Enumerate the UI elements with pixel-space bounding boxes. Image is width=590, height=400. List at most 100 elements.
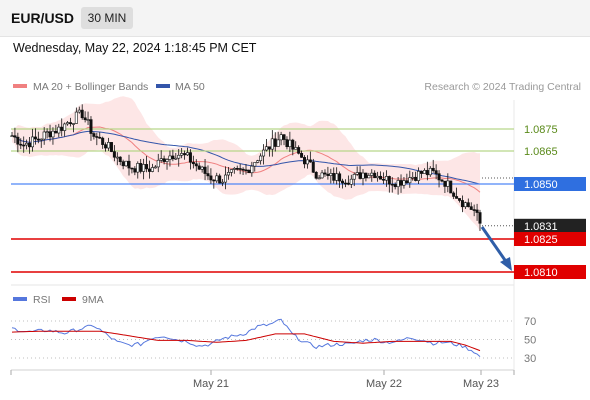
candle-body	[71, 123, 75, 125]
candle-body	[226, 172, 230, 176]
candle-body	[358, 172, 362, 179]
candle-body	[250, 165, 254, 174]
candle-body	[194, 163, 198, 167]
resistance-level-label: 1.0875	[524, 124, 558, 136]
candle-body	[101, 137, 105, 145]
chart-legend: MA 20 + Bollinger Bands MA 50 Research ©…	[13, 81, 581, 93]
candle-body	[414, 176, 418, 181]
candle-body	[349, 178, 353, 185]
candle-body	[86, 119, 90, 121]
candle-body	[434, 170, 438, 174]
candle-body	[267, 146, 271, 150]
rsi-legend-label: RSI	[33, 294, 51, 306]
candle-body	[387, 176, 391, 185]
candle-body	[443, 180, 447, 187]
candle-body	[469, 206, 473, 210]
candle-body	[431, 167, 435, 171]
pivot-level-label: 1.0850	[524, 179, 558, 191]
candle-body	[247, 169, 251, 174]
candle-body	[390, 183, 394, 186]
candle-body	[338, 173, 342, 182]
candle-body	[314, 171, 318, 179]
rsi-tick-label: 70	[524, 316, 536, 328]
candle-body	[455, 196, 459, 199]
candle-body	[291, 139, 295, 150]
candle-body	[115, 156, 119, 159]
candle-body	[209, 175, 213, 181]
rsi-tick-label: 50	[524, 335, 536, 347]
candle-body	[89, 119, 93, 134]
candle-body	[80, 109, 84, 119]
candle-body	[33, 136, 37, 140]
candle-body	[77, 109, 81, 113]
candle-body	[326, 173, 330, 176]
candle-body	[109, 142, 113, 152]
candle-body	[463, 202, 467, 208]
candle-body	[69, 122, 73, 125]
candle-body	[402, 180, 406, 186]
candle-body	[317, 177, 321, 180]
candle-body	[221, 181, 225, 184]
candle-body	[235, 168, 239, 170]
x-tick-label: May 22	[366, 378, 402, 390]
candle-body	[460, 200, 464, 208]
candle-body	[370, 172, 374, 176]
last-price-label: 1.0831	[524, 221, 558, 233]
rsi-tick-label: 30	[524, 353, 536, 365]
candle-body	[22, 144, 26, 147]
candle-body	[51, 130, 55, 138]
x-axis: May 21 May 22 May 23	[10, 370, 515, 390]
candle-body	[92, 133, 96, 137]
candle-body	[183, 153, 187, 156]
candle-body	[297, 147, 301, 154]
candle-body	[381, 178, 385, 181]
rsi-ma-legend-swatch	[62, 297, 76, 301]
candle-body	[63, 123, 67, 131]
candle-body	[83, 117, 87, 121]
x-tick-label: May 21	[193, 378, 229, 390]
candle-body	[124, 160, 128, 167]
candle-body	[42, 131, 46, 140]
candle-body	[200, 166, 204, 170]
candle-body	[180, 153, 184, 156]
candle-body	[478, 212, 482, 224]
candle-body	[145, 164, 149, 170]
candle-body	[60, 126, 64, 131]
candle-body	[419, 170, 423, 174]
candle-body	[311, 161, 315, 173]
support-level-label: 1.0825	[524, 234, 558, 246]
rsi-ma-legend-label: 9MA	[82, 294, 104, 306]
candle-body	[352, 174, 356, 180]
candle-body	[458, 198, 462, 201]
candle-body	[241, 168, 245, 171]
candle-body	[341, 180, 345, 184]
candle-body	[153, 166, 157, 169]
candle-body	[197, 165, 201, 170]
candle-body	[25, 142, 29, 146]
candle-body	[188, 152, 192, 163]
candle-body	[264, 146, 268, 151]
candle-body	[136, 163, 140, 173]
candle-body	[54, 130, 58, 134]
candle-body	[171, 155, 175, 160]
candle-body	[273, 138, 277, 147]
candle-body	[95, 136, 99, 138]
candle-body	[308, 159, 312, 163]
ma50-legend-label: MA 50	[175, 81, 205, 93]
candle-body	[285, 139, 289, 148]
candle-body	[405, 180, 409, 184]
candle-body	[215, 175, 219, 182]
candle-body	[440, 179, 444, 182]
candle-body	[305, 159, 309, 165]
candle-body	[259, 155, 263, 162]
candle-body	[16, 136, 20, 145]
candle-body	[165, 159, 169, 162]
candle-body	[399, 180, 403, 186]
candle-body	[74, 111, 78, 124]
candle-body	[253, 162, 257, 167]
candle-body	[449, 180, 453, 194]
rsi-grid: 70 50 30	[11, 316, 536, 365]
candle-body	[475, 209, 479, 213]
candle-body	[346, 182, 350, 185]
candle-body	[147, 168, 151, 172]
